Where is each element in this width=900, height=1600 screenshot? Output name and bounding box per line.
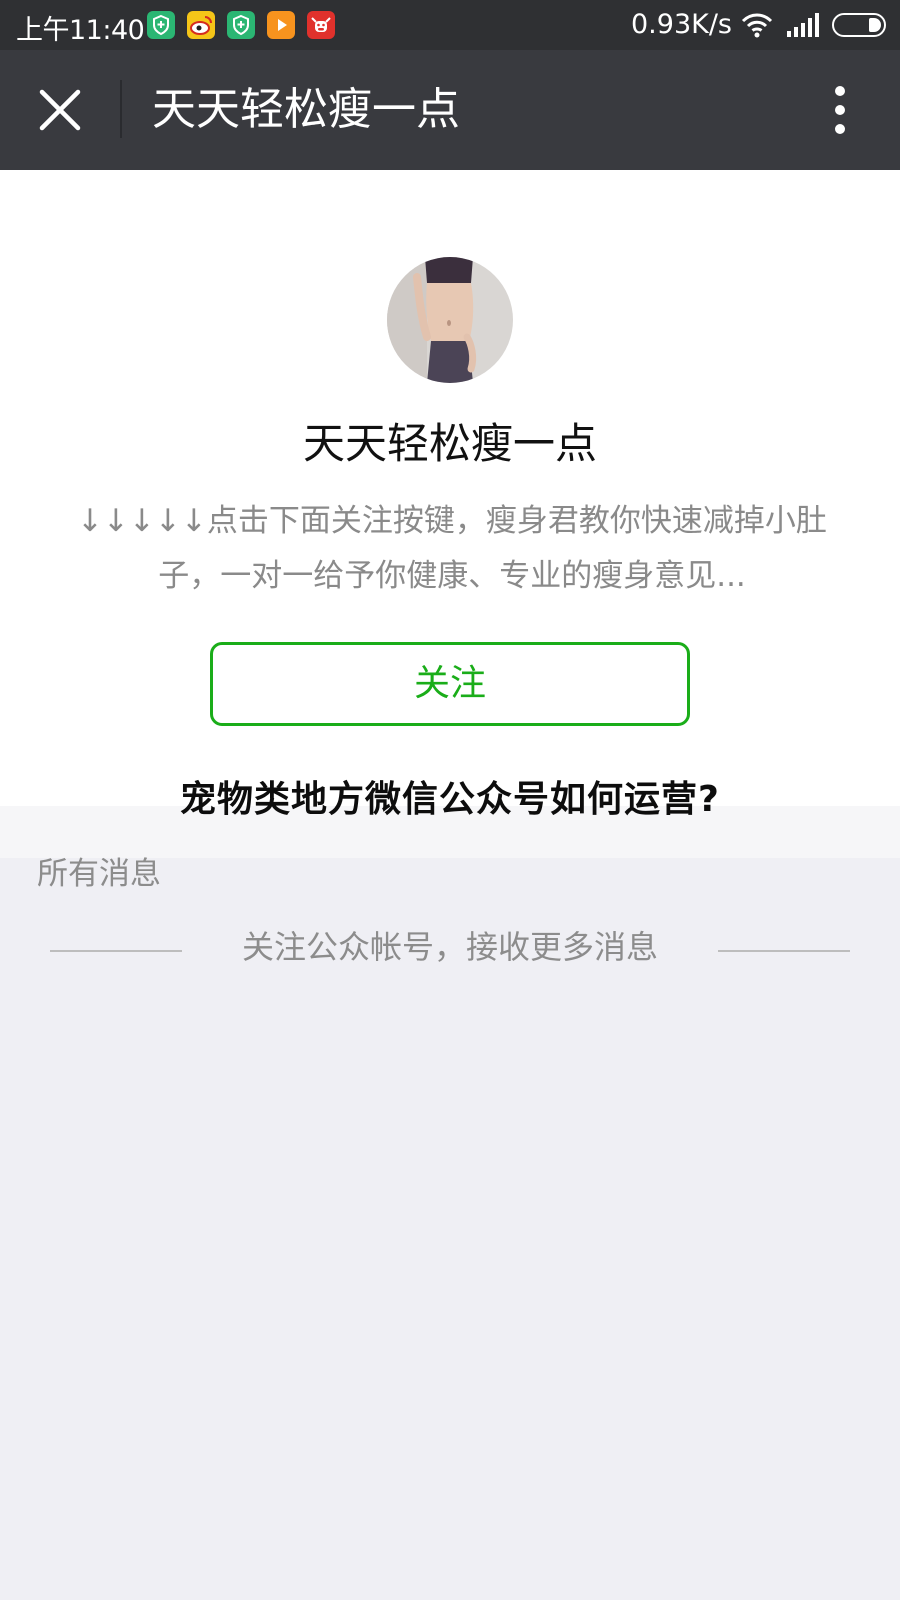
status-time: 上午11:40 [16, 15, 145, 46]
video-player-icon [267, 11, 295, 39]
battery-icon [832, 13, 886, 37]
page-title: 天天轻松瘦一点 [152, 84, 460, 135]
profile-panel: 天天轻松瘦一点 ↓↓↓↓↓点击下面关注按键，瘦身君教你快速减掉小肚子，一对一给予… [0, 170, 900, 806]
divider-line-right [718, 950, 850, 952]
shield-app-icon [227, 11, 255, 39]
title-divider [120, 80, 122, 138]
more-vertical-icon[interactable] [822, 84, 858, 136]
article-title: 宠物类地方微信公众号如何运营? [180, 779, 720, 820]
avatar [387, 257, 513, 383]
wifi-icon [741, 12, 773, 42]
network-speed: 0.93K/s [631, 9, 732, 40]
status-bar: 上午11:40 0.93K/s [0, 0, 900, 50]
title-bar: 天天轻松瘦一点 [0, 50, 900, 170]
messages-section-label: 所有消息 [37, 856, 161, 892]
account-description: ↓↓↓↓↓点击下面关注按键，瘦身君教你快速减掉小肚子，一对一给予你健康、专业的瘦… [77, 503, 827, 594]
cattle-app-icon [307, 11, 335, 39]
close-icon[interactable] [34, 84, 86, 136]
follow-button[interactable]: 关注 [210, 642, 690, 726]
battery-level [869, 18, 881, 32]
signal-icon [786, 12, 820, 42]
weibo-icon [187, 11, 215, 39]
account-name: 天天轻松瘦一点 [302, 419, 597, 468]
follow-notice: 关注公众帐号，接收更多消息 [241, 928, 658, 966]
shield-app-icon [147, 11, 175, 39]
